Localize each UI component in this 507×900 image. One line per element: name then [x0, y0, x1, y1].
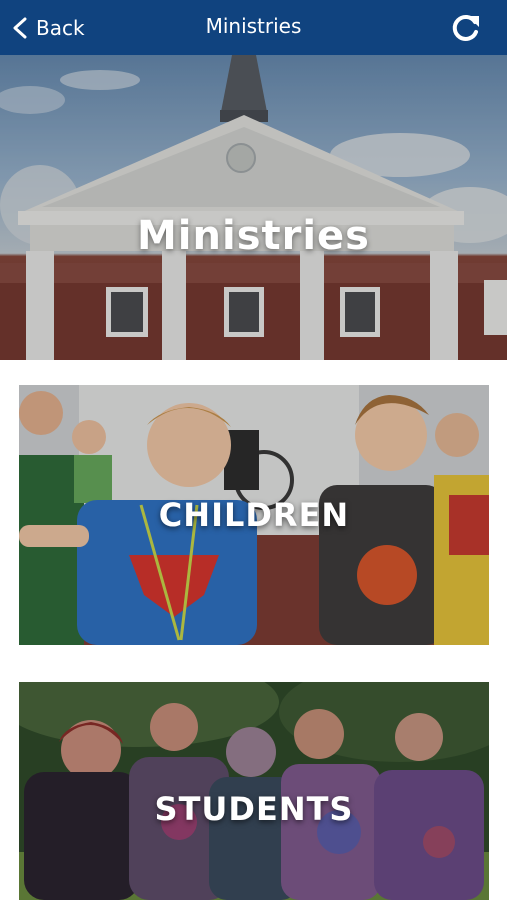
children-ministry-card[interactable]: CHILDREN	[19, 385, 489, 645]
students-ministry-card[interactable]: STUDENTS	[19, 682, 489, 900]
students-label: STUDENTS	[154, 790, 354, 828]
chevron-left-icon	[13, 17, 27, 39]
church-building-image	[0, 55, 507, 360]
hero-banner: Ministries	[0, 55, 507, 360]
navigation-bar: Back Ministries	[0, 0, 507, 55]
refresh-icon[interactable]	[449, 11, 483, 45]
back-label: Back	[36, 16, 85, 40]
back-button[interactable]: Back	[12, 12, 85, 44]
children-label: CHILDREN	[158, 496, 350, 534]
hero-title: Ministries	[136, 213, 370, 259]
